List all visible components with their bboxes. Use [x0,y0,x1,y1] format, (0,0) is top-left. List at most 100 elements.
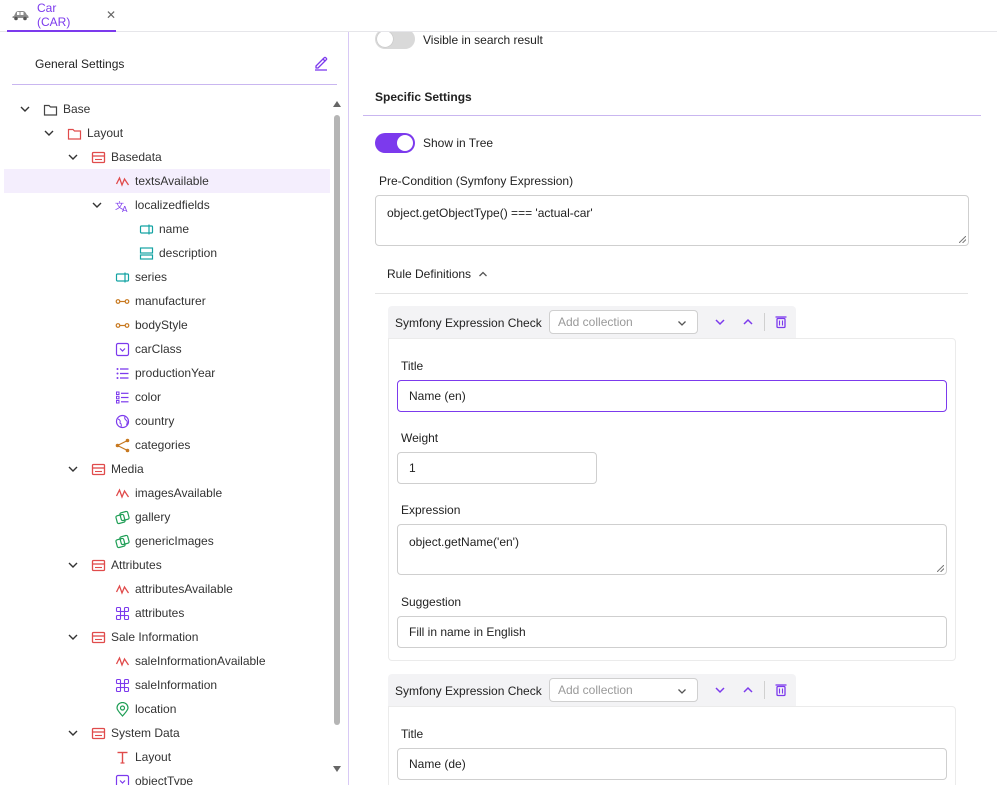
tree-item[interactable]: name [4,217,330,241]
tree-item[interactable]: description [4,241,330,265]
panel-icon [91,463,106,476]
tree-item[interactable]: Base [4,97,330,121]
tree-item-label: country [135,414,175,428]
visible-search-toggle[interactable] [375,32,415,49]
move-up-icon[interactable] [740,314,756,330]
rule-1-title-label: Title [401,359,424,373]
tree-item[interactable]: country [4,409,330,433]
tree-item-label: saleInformationAvailable [135,654,266,668]
tree-item-label: series [135,270,168,284]
rule-1-suggestion-input[interactable]: Fill in name in English [397,616,947,648]
chevron-down-icon[interactable] [19,103,31,115]
tree-item[interactable]: productionYear [4,361,330,385]
close-icon[interactable]: ✕ [106,8,116,22]
resize-handle-icon[interactable] [937,565,944,572]
tree-scrollbar[interactable] [333,97,341,777]
chevron-down-icon[interactable] [67,631,79,643]
tree-item-label: Layout [87,126,124,140]
chevron-down-icon[interactable] [67,151,79,163]
tree-item-label: Base [63,102,91,116]
gallery-icon [115,534,130,549]
share-icon [115,438,130,453]
tree-item-label: System Data [111,726,180,740]
tree-item-label: color [135,390,162,404]
scroll-up-icon[interactable] [333,101,341,107]
tree-item[interactable]: Media [4,457,330,481]
tree-item[interactable]: carClass [4,337,330,361]
tree-item[interactable]: textsAvailable [4,169,330,193]
show-in-tree-label: Show in Tree [423,136,494,150]
tree-item[interactable]: Sale Information [4,625,330,649]
tree-item[interactable]: objectType [4,769,330,785]
edit-icon[interactable] [313,55,329,71]
scroll-down-icon[interactable] [333,766,341,772]
rule-1-collection-select[interactable]: Add collection [549,310,698,334]
tree-item-label: bodyStyle [135,318,188,332]
show-in-tree-toggle[interactable] [375,133,415,153]
tree-item[interactable]: Basedata [4,145,330,169]
blocks-icon [115,606,130,621]
chevron-down-icon[interactable] [67,463,79,475]
select-icon [115,342,130,357]
tree-item[interactable]: attributesAvailable [4,577,330,601]
trash-icon[interactable] [773,314,789,330]
tree-item[interactable]: attributes [4,601,330,625]
tree-item[interactable]: location [4,697,330,721]
rule-2-title-label: Title [401,727,424,741]
tree-item[interactable]: saleInformationAvailable [4,649,330,673]
rule-1-body: Title Name (en) Weight 1 Expression obje… [388,338,956,661]
chevron-down-icon[interactable] [67,727,79,739]
rule-1-type: Symfony Expression Check [395,316,542,330]
rule-definitions-toggle[interactable]: Rule Definitions [387,266,497,282]
globe-icon [115,414,130,429]
panel-icon [91,727,106,740]
rule-2-body: Title Name (de) [388,706,956,785]
precondition-label: Pre-Condition (Symfony Expression) [379,174,574,188]
tree-item[interactable]: Layout [4,121,330,145]
tree-item[interactable]: manufacturer [4,289,330,313]
tree-item[interactable]: series [4,265,330,289]
tree-item[interactable]: genericImages [4,529,330,553]
rule-1-expression-label: Expression [401,503,461,517]
tree-item[interactable]: imagesAvailable [4,481,330,505]
tree-item[interactable]: 文 A localizedfields [4,193,330,217]
input-icon [115,272,130,283]
move-up-icon[interactable] [740,682,756,698]
move-down-icon[interactable] [712,682,728,698]
tree-item[interactable]: color [4,385,330,409]
rule-2-title-input[interactable]: Name (de) [397,748,947,780]
rule-1-expression-textarea[interactable]: object.getName('en') [397,524,947,575]
tree-item[interactable]: Layout [4,745,330,769]
tree-item-label: genericImages [135,534,214,548]
tree-item[interactable]: System Data [4,721,330,745]
tab-car[interactable]: Car (CAR) ✕ [7,0,116,32]
trash-icon[interactable] [773,682,789,698]
resize-handle-icon[interactable] [959,236,966,243]
tree-item-label: saleInformation [135,678,218,692]
rule-1-title-input[interactable]: Name (en) [397,380,947,412]
scroll-thumb[interactable] [334,115,340,725]
tree-item[interactable]: categories [4,433,330,457]
tree-item[interactable]: gallery [4,505,330,529]
signal-icon [115,176,130,187]
move-down-icon[interactable] [712,314,728,330]
signal-icon [115,656,130,667]
chevron-down-icon[interactable] [67,559,79,571]
rule-1-weight-input[interactable]: 1 [397,452,597,484]
toggle-knob [397,135,413,151]
precondition-textarea[interactable]: object.getObjectType() === 'actual-car' [375,195,969,246]
tab-label: Car (CAR) [36,1,71,29]
chevron-down-icon[interactable] [91,199,103,211]
tree-item[interactable]: bodyStyle [4,313,330,337]
text-icon [117,751,128,764]
tree-item[interactable]: saleInformation [4,673,330,697]
rule-divider [375,293,968,294]
rule-2-collection-select[interactable]: Add collection [549,678,698,702]
rule-2-header: Symfony Expression Check Add collection [388,674,796,706]
tree: Base Layout Basedata textsAvailable 文 A locali… [0,97,332,785]
chevron-down-icon[interactable] [43,127,55,139]
tree-item[interactable]: Attributes [4,553,330,577]
tree-item-label: productionYear [135,366,216,380]
header-separator [764,681,765,699]
panel-icon [91,151,106,164]
